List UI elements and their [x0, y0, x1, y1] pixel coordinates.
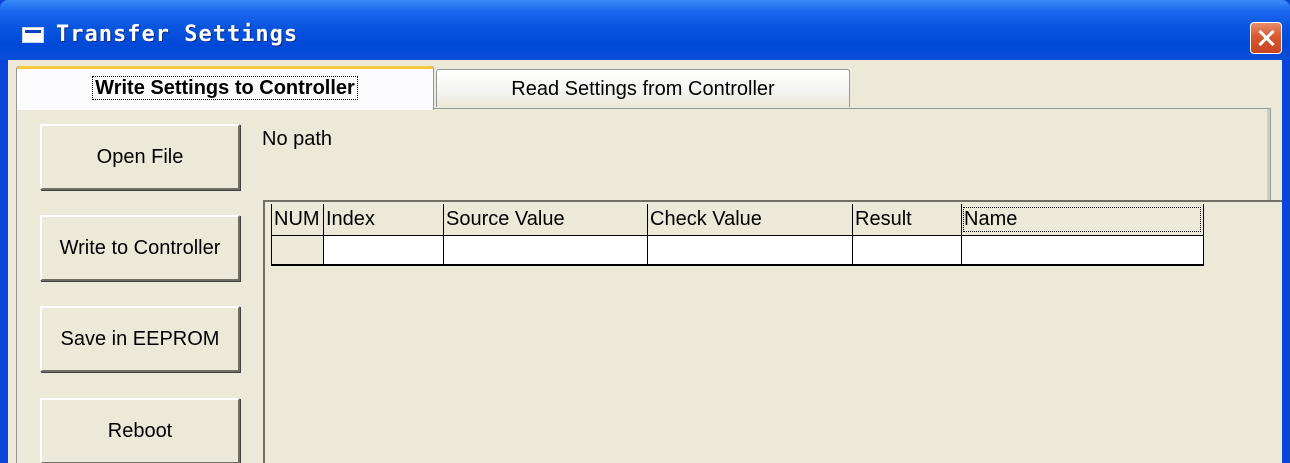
- results-grid[interactable]: NUM Index Source Value Check Value Resul…: [263, 200, 1282, 463]
- client-area: Write Settings to Controller Read Settin…: [8, 60, 1282, 463]
- column-header-source-value[interactable]: Source Value: [443, 204, 648, 236]
- window-title: Transfer Settings: [56, 22, 299, 47]
- grid-header-row: NUM Index Source Value Check Value Resul…: [271, 204, 1204, 236]
- grid-cell[interactable]: [443, 235, 648, 266]
- row-selector-cell[interactable]: [271, 235, 324, 266]
- tab-read-settings[interactable]: Read Settings from Controller: [436, 69, 850, 107]
- reboot-button[interactable]: Reboot: [40, 398, 240, 463]
- transfer-settings-window: Transfer Settings Write Settings to Cont…: [0, 0, 1290, 463]
- write-to-controller-button[interactable]: Write to Controller: [40, 215, 240, 281]
- table-row[interactable]: [271, 235, 1204, 266]
- close-icon[interactable]: [1250, 22, 1282, 54]
- tab-write-settings[interactable]: Write Settings to Controller: [16, 66, 434, 110]
- column-header-index[interactable]: Index: [323, 204, 444, 236]
- file-path-label: No path: [262, 128, 333, 150]
- window-icon: [22, 27, 44, 43]
- grid-cell[interactable]: [647, 235, 853, 266]
- grid-cell[interactable]: [323, 235, 444, 266]
- column-header-name[interactable]: Name: [961, 204, 1204, 236]
- tab-write-settings-label: Write Settings to Controller: [92, 76, 358, 100]
- grid-cell[interactable]: [961, 235, 1204, 266]
- column-header-check-value[interactable]: Check Value: [647, 204, 853, 236]
- save-in-eeprom-button[interactable]: Save in EEPROM: [40, 306, 240, 372]
- column-header-name-label: Name: [963, 206, 1201, 232]
- grid-cell[interactable]: [852, 235, 962, 266]
- title-bar[interactable]: Transfer Settings: [0, 0, 1290, 60]
- column-header-num[interactable]: NUM: [271, 204, 324, 236]
- column-header-result[interactable]: Result: [852, 204, 962, 236]
- open-file-button[interactable]: Open File: [40, 124, 240, 190]
- tab-read-settings-label: Read Settings from Controller: [511, 78, 775, 100]
- results-table: NUM Index Source Value Check Value Resul…: [271, 204, 1204, 266]
